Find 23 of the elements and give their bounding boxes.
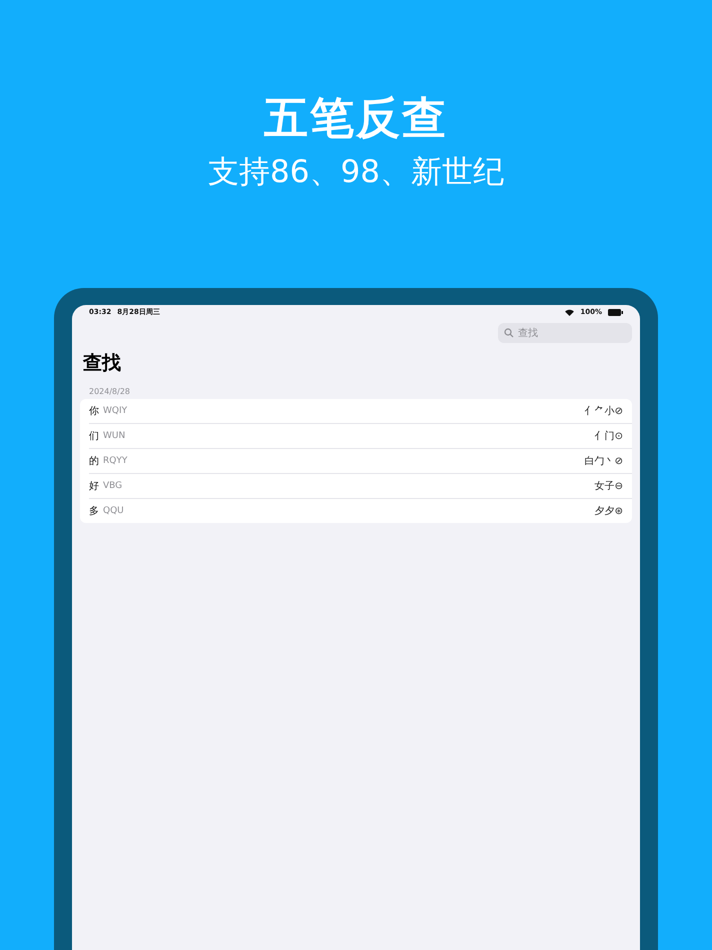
section-header: 2024/8/28 <box>89 387 132 396</box>
character: 多 <box>89 505 99 518</box>
wubi-code: QQU <box>103 506 124 516</box>
battery-icon <box>608 308 623 316</box>
wifi-icon <box>565 308 574 316</box>
character: 的 <box>89 455 99 468</box>
wubi-code: RQYY <box>103 456 128 466</box>
root-components: 亻门⊙ <box>594 430 623 443</box>
root-components: 夕夕⊛ <box>594 505 623 518</box>
wubi-code: WUN <box>103 431 126 441</box>
wubi-code: WQIY <box>103 406 128 416</box>
character: 好 <box>89 480 99 493</box>
headline: 五笔反查 <box>264 92 448 146</box>
character: 你 <box>89 405 99 418</box>
page-title: 查找 <box>83 351 122 376</box>
wubi-code: VBG <box>103 481 122 491</box>
subtitle: 支持86、98、新世纪 <box>208 153 504 192</box>
root-components: 白勹丶⊘ <box>584 455 623 468</box>
root-components: 女子⊖ <box>594 480 623 493</box>
character: 们 <box>89 430 99 443</box>
root-components: 亻⺈小⊘ <box>584 404 623 418</box>
search-icon <box>504 328 514 338</box>
search-field[interactable]: 查找 <box>498 323 632 343</box>
